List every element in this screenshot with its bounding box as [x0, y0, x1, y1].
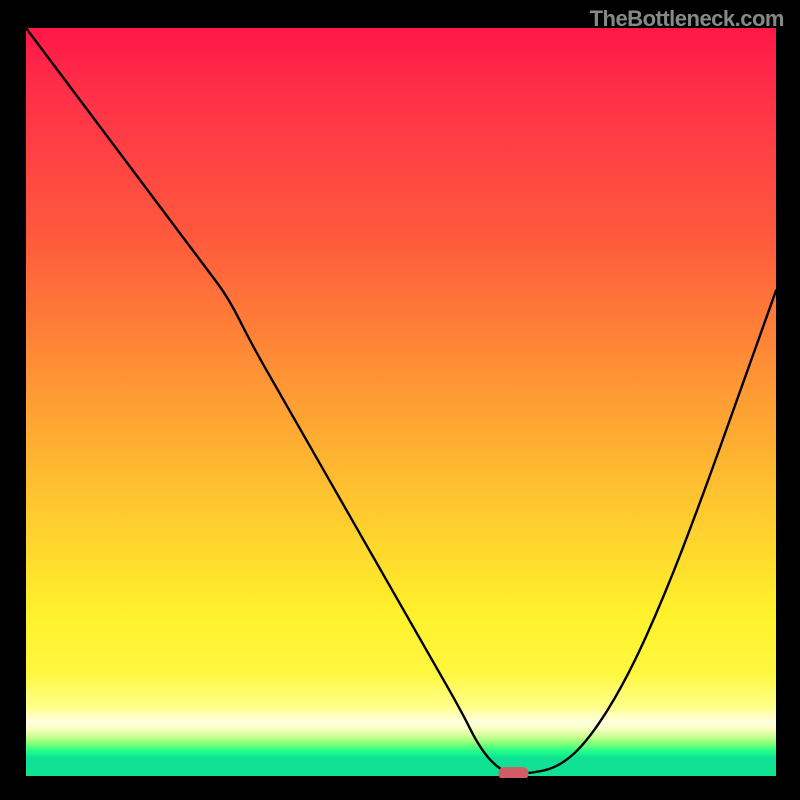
curve-layer — [26, 28, 776, 778]
plot-area — [26, 28, 776, 778]
watermark-text: TheBottleneck.com — [590, 6, 784, 32]
bottleneck-curve — [26, 28, 776, 774]
chart-canvas: TheBottleneck.com — [0, 0, 800, 800]
optimal-marker — [499, 767, 529, 778]
